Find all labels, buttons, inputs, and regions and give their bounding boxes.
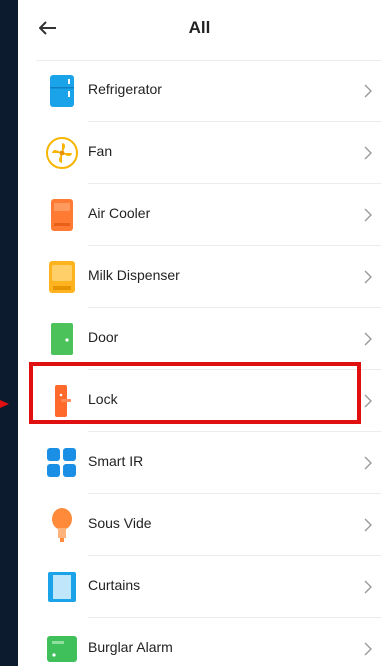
chevron-right-icon: [364, 146, 372, 160]
curtains-icon: [46, 571, 78, 603]
fan-icon: [46, 137, 78, 169]
chevron-right-icon: [364, 332, 372, 346]
air-cooler-icon: [46, 199, 78, 231]
milk-dispenser-icon: [46, 261, 78, 293]
page-title: All: [188, 18, 211, 37]
chevron-right-icon: [364, 394, 372, 408]
list-item-burglar-alarm[interactable]: Burglar Alarm: [18, 618, 381, 666]
list-item-label: Milk Dispenser: [88, 267, 180, 283]
list-item-label: Door: [88, 329, 119, 345]
burglar-alarm-icon: [46, 633, 78, 665]
chevron-right-icon: [364, 580, 372, 594]
list-item-smart-ir[interactable]: Smart IR: [18, 432, 381, 494]
list-item-label: Fan: [88, 143, 113, 159]
list-item-label: Smart IR: [88, 453, 144, 469]
chevron-right-icon: [364, 456, 372, 470]
list-item-label: Curtains: [88, 577, 141, 593]
list-item-milk-dispenser[interactable]: Milk Dispenser: [18, 246, 381, 308]
chevron-right-icon: [364, 270, 372, 284]
list-item-label: Sous Vide: [88, 515, 152, 531]
smart-ir-icon: [46, 447, 78, 479]
header: All: [18, 0, 381, 58]
list-item-refrigerator[interactable]: Refrigerator: [18, 60, 381, 122]
chevron-right-icon: [364, 208, 372, 222]
sous-vide-icon: [46, 508, 78, 542]
refrigerator-icon: [46, 75, 78, 107]
list-item-label: Refrigerator: [88, 81, 162, 97]
list-item-label: Burglar Alarm: [88, 639, 173, 655]
list-item-door[interactable]: Door: [18, 308, 381, 370]
list-item-sous-vide[interactable]: Sous Vide: [18, 494, 381, 556]
list-item-air-cooler[interactable]: Air Cooler: [18, 184, 381, 246]
list-item-fan[interactable]: Fan: [18, 122, 381, 184]
door-icon: [46, 323, 78, 355]
list-item-label: Air Cooler: [88, 205, 151, 221]
pointer-arrow-icon: [0, 400, 9, 408]
lock-highlight-box: [29, 362, 361, 424]
chevron-right-icon: [364, 642, 372, 656]
list-item-curtains[interactable]: Curtains: [18, 556, 381, 618]
chevron-right-icon: [364, 518, 372, 532]
chevron-right-icon: [364, 84, 372, 98]
app-screen: All Refrigerator Fan Air Cooler Milk Dis…: [18, 0, 381, 666]
